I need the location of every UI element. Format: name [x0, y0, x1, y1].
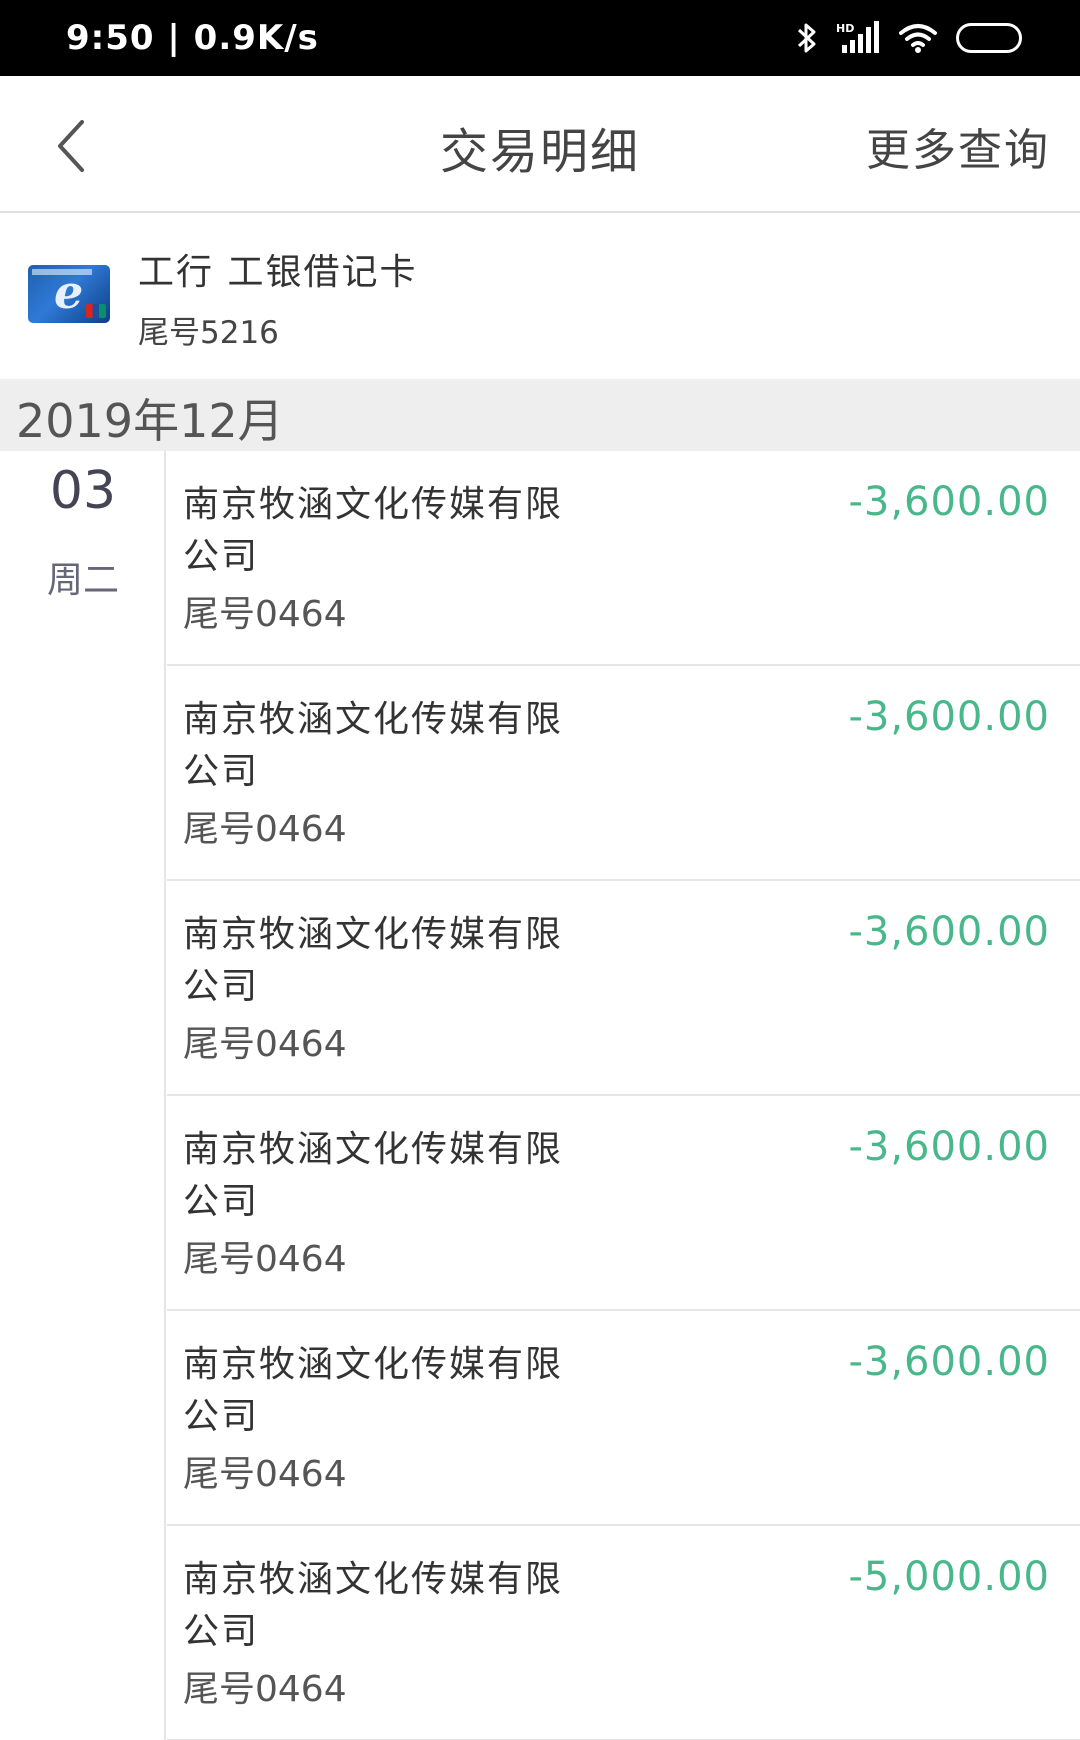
transaction-item[interactable]: 南京牧涵文化传媒有限公司 尾号0464 -3,600.00 [167, 881, 1080, 1096]
status-bar: 9:50 | 0.9K/s HD 99 [0, 0, 1080, 76]
status-time-speed: 9:50 | 0.9K/s [66, 18, 319, 58]
status-icons: HD 99 [796, 20, 1022, 56]
transaction-item[interactable]: 南京牧涵文化传媒有限公司 尾号0464 -3,600.00 [167, 1096, 1080, 1311]
month-label: 2019年12月 [16, 394, 284, 448]
transaction-list: 南京牧涵文化传媒有限公司 尾号0464 -3,600.00 南京牧涵文化传媒有限… [167, 451, 1080, 1740]
battery-level: 99 [973, 25, 1005, 51]
transaction-name: 南京牧涵文化传媒有限公司 [183, 1559, 564, 1652]
wifi-icon [898, 22, 938, 54]
transaction-name: 南京牧涵文化传媒有限公司 [183, 1344, 564, 1437]
transaction-name: 南京牧涵文化传媒有限公司 [183, 484, 564, 577]
svg-text:HD: HD [836, 22, 854, 35]
transaction-amount: -3,600.00 [848, 909, 1050, 955]
transaction-amount: -5,000.00 [848, 1554, 1050, 1600]
more-query-button[interactable]: 更多查询 [866, 114, 1050, 178]
date-column: 03 周二 [0, 451, 166, 1740]
card-info[interactable]: e 工行 工银借记卡 尾号5216 [0, 213, 1080, 379]
bank-card-icon: e [28, 265, 110, 323]
transaction-item[interactable]: 南京牧涵文化传媒有限公司 尾号0464 -5,000.00 [167, 1526, 1080, 1740]
transaction-amount: -3,600.00 [848, 479, 1050, 525]
transaction-tail-number: 尾号0464 [183, 594, 347, 635]
weekday-label: 周二 [46, 560, 119, 601]
card-name: 工行 工银借记卡 [138, 252, 418, 293]
transaction-tail-number: 尾号0464 [183, 809, 347, 850]
transaction-name: 南京牧涵文化传媒有限公司 [183, 1129, 564, 1222]
month-header: 2019年12月 [0, 379, 1080, 451]
transaction-amount: -3,600.00 [848, 1339, 1050, 1385]
transaction-name: 南京牧涵文化传媒有限公司 [183, 914, 564, 1007]
transaction-name: 南京牧涵文化传媒有限公司 [183, 699, 564, 792]
transaction-item[interactable]: 南京牧涵文化传媒有限公司 尾号0464 -3,600.00 [167, 1311, 1080, 1526]
transaction-amount: -3,600.00 [848, 694, 1050, 740]
battery-icon: 99 [956, 23, 1022, 53]
transaction-tail-number: 尾号0464 [183, 1454, 347, 1495]
hd-signal-icon: HD [836, 21, 880, 55]
nav-bar: 交易明细 更多查询 [0, 76, 1080, 213]
transaction-item[interactable]: 南京牧涵文化传媒有限公司 尾号0464 -3,600.00 [167, 666, 1080, 881]
day-number: 03 [49, 461, 117, 521]
transaction-item[interactable]: 南京牧涵文化传媒有限公司 尾号0464 -3,600.00 [167, 451, 1080, 666]
bluetooth-icon [796, 21, 818, 55]
transaction-tail-number: 尾号0464 [183, 1669, 347, 1710]
transaction-tail-number: 尾号0464 [183, 1024, 347, 1065]
unionpay-logo-icon [86, 304, 106, 318]
card-tail-number: 尾号5216 [138, 315, 279, 351]
transaction-amount: -3,600.00 [848, 1124, 1050, 1170]
transaction-tail-number: 尾号0464 [183, 1239, 347, 1280]
